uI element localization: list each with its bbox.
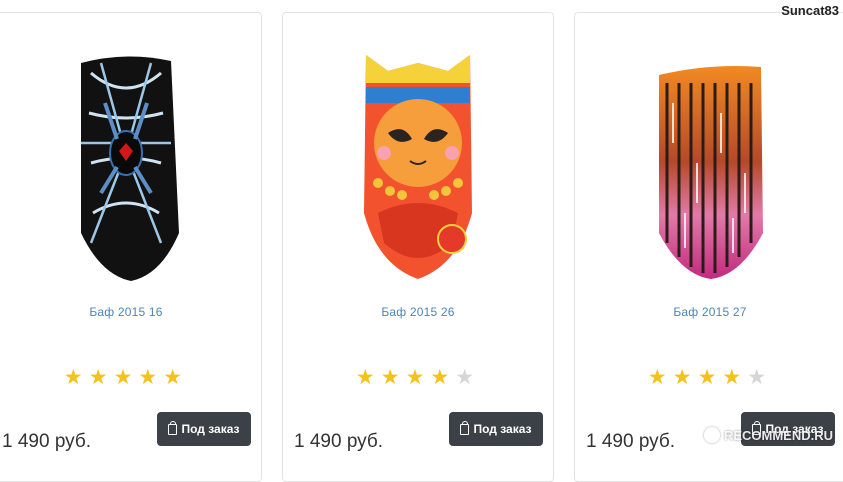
product-title-link[interactable]: Баф 2015 27 — [575, 305, 843, 319]
order-button[interactable]: Под заказ — [157, 412, 251, 446]
product-card[interactable]: Баф 2015 26 ★★★★★ 1 490 руб. Под заказ — [282, 12, 554, 482]
product-image[interactable] — [575, 43, 843, 293]
order-button[interactable]: Под заказ — [449, 412, 543, 446]
rating-stars: ★★★★★ — [283, 367, 553, 388]
star-icon: ★ — [455, 365, 481, 389]
product-price: 1 490 руб. — [2, 431, 92, 452]
star-icon: ★ — [63, 365, 89, 389]
feather-mask-image — [659, 66, 763, 279]
watermark-text: RECOMMEND.RU — [723, 427, 833, 443]
product-image[interactable] — [283, 43, 553, 293]
product-price: 1 490 руб. — [586, 431, 676, 452]
spider-mask-image — [81, 56, 179, 281]
star-icon: ★ — [355, 365, 381, 389]
product-grid: Баф 2015 16 ★★★★★ 1 490 руб. Под заказ Б… — [0, 0, 843, 482]
star-icon: ★ — [163, 365, 189, 389]
order-button-label: Под заказ — [473, 422, 532, 436]
cartoon-mask-image — [364, 55, 472, 279]
shopping-bag-icon — [460, 420, 470, 435]
star-icon: ★ — [113, 365, 139, 389]
recommend-logo-icon — [703, 427, 720, 443]
star-icon: ★ — [747, 365, 773, 389]
star-icon: ★ — [672, 365, 698, 389]
star-icon: ★ — [88, 365, 114, 389]
shopping-bag-icon — [168, 420, 178, 435]
product-card[interactable]: Баф 2015 16 ★★★★★ 1 490 руб. Под заказ — [0, 12, 262, 482]
rating-stars: ★★★★★ — [575, 367, 843, 388]
product-title-link[interactable]: Баф 2015 16 — [0, 305, 261, 319]
star-icon: ★ — [430, 365, 456, 389]
product-image[interactable] — [0, 43, 261, 293]
product-price: 1 490 руб. — [294, 431, 384, 452]
star-icon: ★ — [647, 365, 673, 389]
star-icon: ★ — [138, 365, 164, 389]
site-watermark: RECOMMEND.RU — [703, 427, 833, 443]
star-icon: ★ — [722, 365, 748, 389]
product-card[interactable]: Баф 2015 27 ★★★★★ 1 490 руб. Под заказ — [574, 12, 843, 482]
star-icon: ★ — [697, 365, 723, 389]
order-button-label: Под заказ — [181, 422, 240, 436]
star-icon: ★ — [405, 365, 431, 389]
rating-stars: ★★★★★ — [0, 367, 261, 388]
product-title-link[interactable]: Баф 2015 26 — [283, 305, 553, 319]
author-username: Suncat83 — [781, 3, 839, 18]
star-icon: ★ — [380, 365, 406, 389]
